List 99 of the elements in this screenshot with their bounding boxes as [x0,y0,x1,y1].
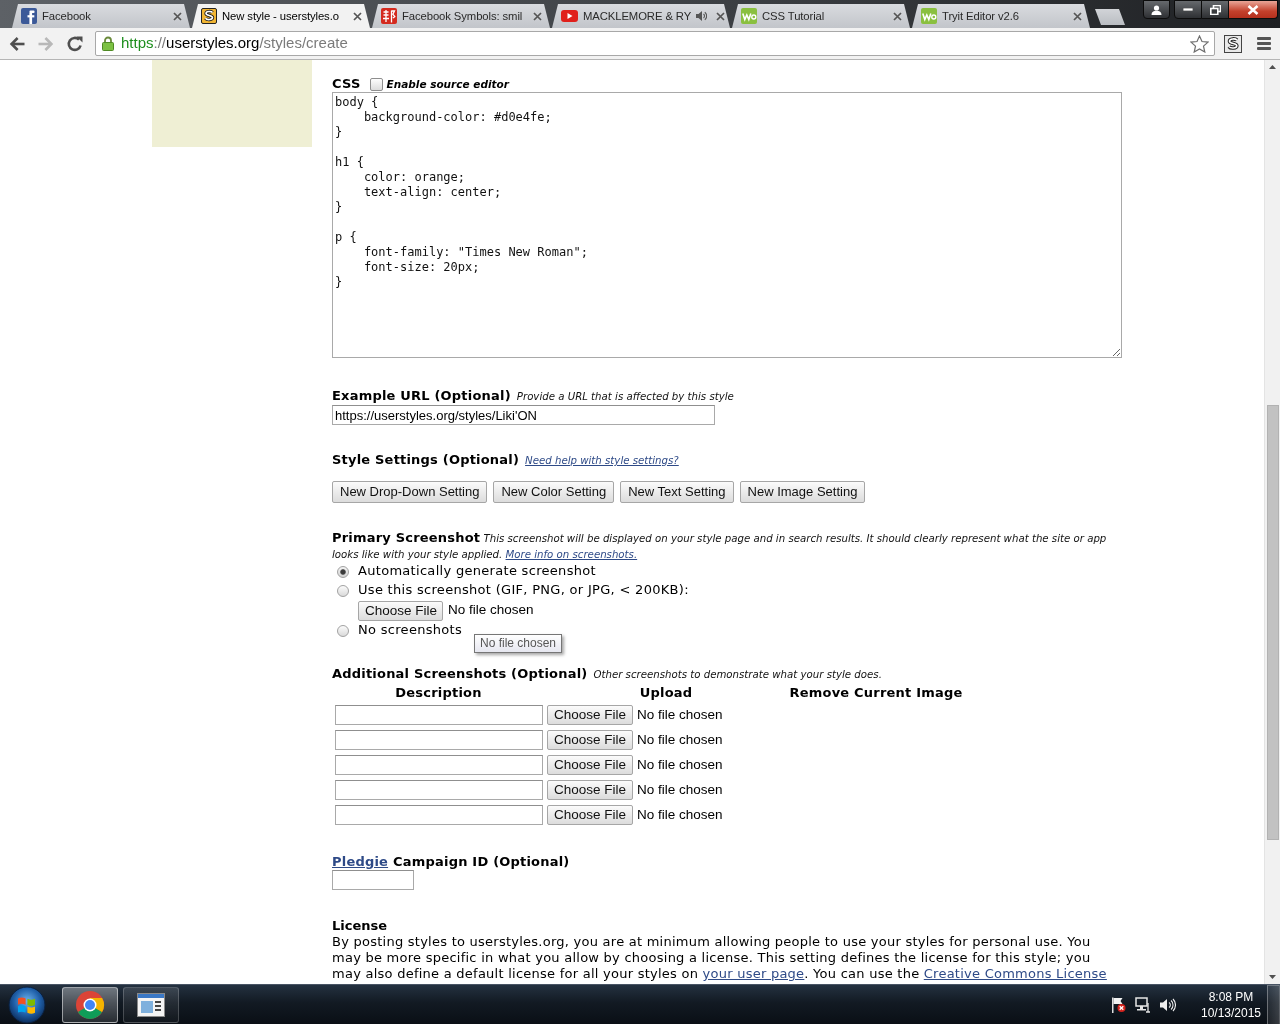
zigzag-tile-icon [921,8,937,24]
close-window-button[interactable] [1229,0,1278,19]
file-status: No file chosen [637,731,723,749]
choose-file-button[interactable]: Choose File [547,755,633,775]
scroll-up-icon[interactable] [1269,65,1276,69]
start-button[interactable] [6,985,48,1024]
source-editor-label: Enable source editor [386,77,509,92]
code-editor[interactable]: body { background-color: #d0e4fe; } h1 { color: orange; text-align: center; } p { font-family: "Times New Roman"; font-size: 20px; } [332,92,1122,358]
choose-file-button[interactable]: Choose File [358,600,443,621]
tooltip: No file chosen [474,634,563,653]
person-icon [1151,4,1162,15]
round-logo-icon [75,989,105,1020]
primary-screenshot-intro: Primary Screenshot This screenshot will be displayed on your style page and in search results. It should clearly represent what the site or app looks like with your style applied. More info on screenshots. [332,530,1108,562]
option-label: No screenshots [358,622,463,639]
browser-tab[interactable]: Facebook [12,4,190,28]
column-header: Remove Current Image [788,685,964,702]
clock-date: 10/13/2015 [1200,1004,1262,1021]
flag-orb-icon [8,985,46,1024]
campaign-id-input[interactable] [332,870,414,890]
profile-button[interactable] [1143,0,1170,19]
curve-tile-icon [201,8,217,24]
license-text-link[interactable]: Creative Commons License [923,966,1107,981]
new-setting-button[interactable]: New Image Setting [739,481,866,503]
description-input[interactable] [335,805,543,825]
option-label: Automatically generate screenshot [358,563,596,580]
browser-tab[interactable]: CSS Tutorial [732,4,910,28]
browser-tab[interactable]: Facebook Symbols: smil [372,4,550,28]
show-desktop-button[interactable] [1267,984,1280,1024]
close-icon[interactable] [173,11,182,21]
browser-tab[interactable]: Tryit Editor v2.6 [912,4,1090,28]
play-icon [561,10,578,22]
close-icon[interactable] [533,11,542,21]
choose-file-button[interactable]: Choose File [547,705,633,725]
additional-screenshots-heading: Additional Screenshots (Optional) [332,665,588,683]
speaker-icon[interactable] [1160,997,1176,1012]
file-status: No file chosen [637,706,723,724]
minimize-icon [1183,8,1193,11]
description-input[interactable] [335,730,543,750]
description-input[interactable] [335,755,543,775]
clock-time: 8:08 PM [1208,988,1254,1005]
description-input[interactable] [335,705,543,725]
choose-file-button[interactable]: Choose File [547,730,633,750]
restore-icon [1209,4,1221,15]
zigzag-tile-icon [741,8,757,24]
css-heading: CSS [332,76,361,92]
additional-screenshots-hint: Other screenshots to demonstrate what your style does. [593,668,882,682]
new-setting-button[interactable]: New Color Setting [493,481,615,503]
source-editor-checkbox[interactable] [369,77,383,91]
flag-alert-icon[interactable] [1111,996,1126,1013]
star-icon[interactable] [1190,34,1209,53]
network-icon[interactable] [1135,996,1151,1013]
style-settings-heading: Style Settings (Optional) [332,451,520,469]
minimize-button[interactable] [1174,0,1202,19]
close-icon[interactable] [353,11,362,21]
screenshot-info-link[interactable]: More info on screenshots. [505,549,638,560]
taskbar-app-button[interactable] [123,986,179,1023]
close-icon[interactable] [1073,11,1082,21]
radio-button[interactable] [337,565,349,578]
close-icon [1247,4,1259,15]
taskbar-app-button[interactable] [62,986,118,1023]
close-icon[interactable] [716,11,726,21]
description-input[interactable] [335,780,543,800]
file-status: No file chosen [637,781,723,799]
style-settings-help-link[interactable]: Need help with style settings? [525,452,679,470]
window-icon [137,992,165,1017]
column-header: Upload [638,685,694,702]
new-setting-button[interactable]: New Drop-Down Setting [332,481,488,503]
column-header: Description [394,685,483,702]
new-tab-button[interactable] [1095,9,1125,25]
file-status: No file chosen [448,602,534,619]
back-icon[interactable] [8,34,26,53]
browser-tab[interactable]: MACKLEMORE & RY [552,4,730,28]
address-bar[interactable]: https://userstyles.org/styles/create [95,31,1215,56]
choose-file-button[interactable]: Choose File [547,780,633,800]
choose-file-button[interactable]: Choose File [547,805,633,825]
scroll-down-icon[interactable] [1269,975,1276,979]
new-setting-button[interactable]: New Text Setting [620,481,734,503]
url-input[interactable]: https://userstyles.org/styles/Liki'ON [332,405,715,425]
file-status: No file chosen [637,756,723,774]
option-label: Use this screenshot (GIF, PNG, or JPG, < 200KB): [358,582,689,599]
example-url-heading: Example URL (Optional) [332,387,511,405]
example-url-hint: Provide a URL that is affected by this style [516,390,734,404]
campaign-id-heading: Campaign ID (Optional) [393,853,570,871]
license-text: By posting styles to userstyles.org, you are at minimum allowing people to use your styles for personal use. You may be more specific in what you allow by choosing a license. This setting defines the license for this style; you may also define a default license for all your styles on your user page. You can use the Creative Commons License [332,934,1108,982]
scrollbar-thumb[interactable] [1267,405,1279,840]
restore-button[interactable] [1202,0,1229,19]
glyph-tile-icon [381,8,397,24]
browser-tab[interactable]: New style - userstyles.o [192,4,370,28]
file-status: No file chosen [637,806,723,824]
license-text-link[interactable]: your user page [702,966,805,981]
radio-button[interactable] [337,584,349,597]
pledgie-link[interactable]: Pledgie [332,853,389,871]
reload-icon[interactable] [66,34,84,53]
menu-icon[interactable] [1257,37,1271,50]
letter-tile-icon [21,8,37,24]
radio-button[interactable] [337,624,349,637]
extension-icon[interactable] [1224,34,1242,53]
close-icon[interactable] [893,11,902,21]
license-heading: License [332,918,389,934]
